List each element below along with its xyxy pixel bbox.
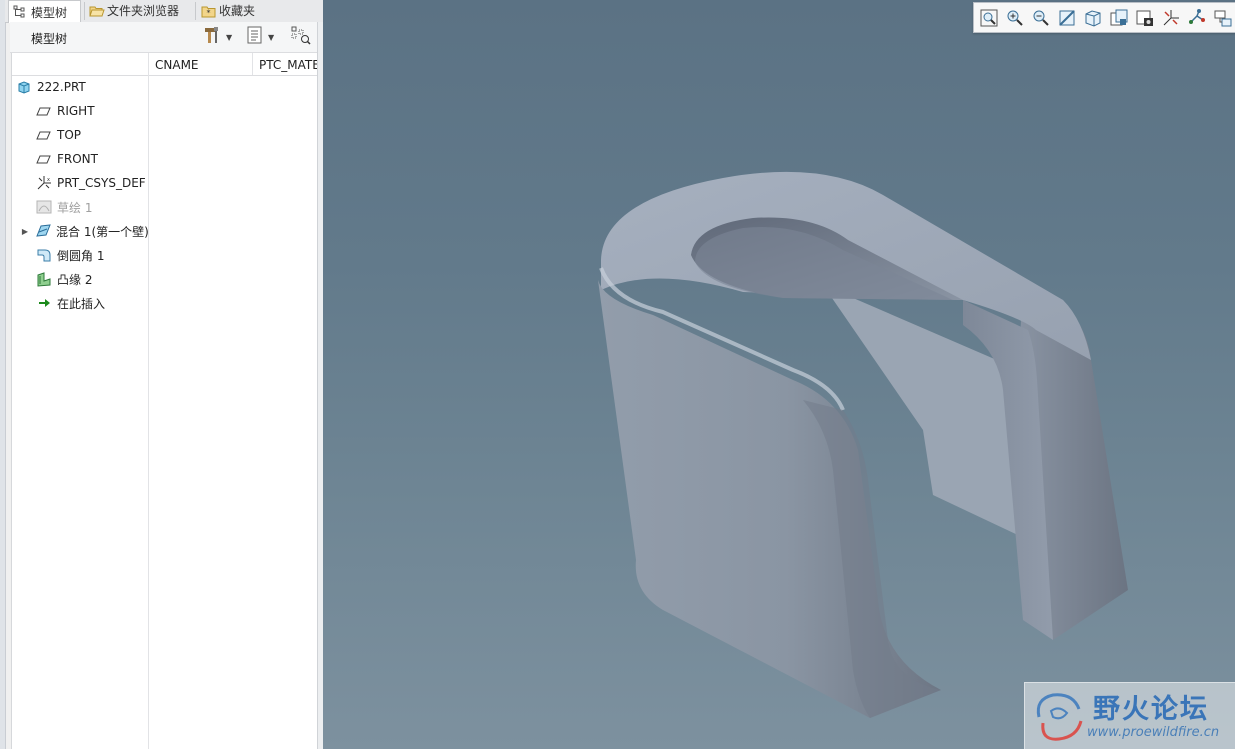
part-icon: [16, 79, 32, 95]
navigator-tabs: 模型树 文件夹浏览器 * 收藏夹: [5, 0, 323, 23]
tree-item-label: 在此插入: [57, 296, 106, 311]
tab-label: 模型树: [31, 5, 68, 20]
tree-item-label: RIGHT: [57, 104, 95, 118]
zoom-in-icon: [1005, 10, 1025, 32]
display-style-icon: [1083, 10, 1103, 32]
zoom-in-button[interactable]: [1005, 8, 1025, 28]
refit-button[interactable]: [979, 8, 999, 28]
sketch-icon: [36, 199, 52, 215]
view-manager-icon: [1135, 10, 1155, 32]
tree-item-round[interactable]: 倒圆角 1: [36, 244, 172, 266]
tree-item-label: 混合 1(第一个壁): [56, 224, 149, 239]
repaint-icon: [1057, 10, 1077, 32]
tree-item-insert-here[interactable]: 在此插入: [36, 292, 172, 314]
tree-item-front[interactable]: FRONT: [36, 148, 172, 170]
flange-icon: [36, 271, 52, 287]
tree-item-label: 222.PRT: [37, 80, 86, 94]
saved-views-button[interactable]: [1109, 8, 1129, 28]
tree-item-part[interactable]: 222.PRT: [16, 76, 152, 98]
show-columns-button[interactable]: ▼: [246, 25, 275, 49]
tree-filter-button[interactable]: [290, 25, 312, 49]
spin-center-button[interactable]: [1187, 8, 1207, 28]
zoom-fit-icon: [979, 9, 999, 32]
tree-item-label: TOP: [57, 128, 82, 142]
tab-divider: [195, 2, 196, 20]
panel-title: 模型树: [31, 32, 68, 46]
saved-views-icon: [1109, 9, 1129, 32]
insert-here-icon: [36, 295, 52, 311]
chevron-down-icon: ▼: [268, 32, 275, 42]
blend-wall-icon: [35, 223, 51, 239]
view-toolbar: [973, 2, 1235, 33]
tab-model-tree[interactable]: 模型树: [8, 0, 81, 23]
tree-item-flange[interactable]: 凸缘 2: [36, 268, 172, 290]
datum-plane-icon: [36, 103, 52, 119]
tree-settings-button[interactable]: ▼: [202, 27, 232, 47]
column-divider[interactable]: [252, 53, 253, 75]
tab-label: 收藏夹: [219, 4, 256, 18]
zoom-out-button[interactable]: [1031, 8, 1051, 28]
annotation-display-button[interactable]: [1213, 8, 1233, 28]
datum-plane-icon: [36, 151, 52, 167]
favorites-icon: *: [201, 4, 216, 18]
3d-part-model[interactable]: [323, 0, 1235, 749]
column-cname[interactable]: CNAME: [155, 58, 199, 72]
datum-display-button[interactable]: [1161, 8, 1181, 28]
hammer-icon: [202, 25, 222, 49]
tree-item-top[interactable]: TOP: [36, 124, 172, 146]
forum-watermark: 野火论坛 www.proewildfire.cn: [1024, 682, 1235, 749]
graphics-viewport[interactable]: 野火论坛 www.proewildfire.cn: [323, 0, 1235, 749]
left-panel: 模型树 文件夹浏览器 * 收藏夹 模型树 ▼ ▼ CNAME PTC_MATE …: [0, 0, 324, 749]
folder-browser-icon: [89, 4, 105, 18]
watermark-logo-icon: [1031, 687, 1087, 749]
column-header: CNAME PTC_MATE: [12, 53, 318, 76]
tree-item-sketch[interactable]: 草绘 1: [36, 196, 172, 218]
svg-text:x: x: [47, 177, 50, 183]
coordinate-system-icon: x: [36, 175, 52, 191]
annotation-display-icon: [1213, 10, 1233, 32]
spin-center-icon: [1187, 9, 1207, 32]
model-tree: CNAME PTC_MATE 222.PRT RIGHT TOP FRONT x…: [11, 53, 318, 749]
list-icon: [246, 25, 264, 49]
tree-item-blend[interactable]: ▶ 混合 1(第一个壁): [20, 220, 152, 242]
chevron-down-icon: ▼: [226, 32, 233, 42]
round-icon: [36, 247, 52, 263]
svg-text:*: *: [207, 8, 211, 17]
zoom-out-icon: [1031, 10, 1051, 32]
repaint-button[interactable]: [1057, 8, 1077, 28]
column-ptc-material[interactable]: PTC_MATE: [259, 58, 318, 72]
watermark-url: www.proewildfire.cn: [1087, 725, 1220, 740]
watermark-title: 野火论坛: [1093, 694, 1209, 725]
tab-folder-browser[interactable]: 文件夹浏览器: [85, 0, 193, 21]
tab-label: 文件夹浏览器: [107, 4, 180, 18]
display-style-button[interactable]: [1083, 8, 1103, 28]
model-tree-header: 模型树 ▼ ▼: [10, 22, 318, 53]
expand-arrow-icon[interactable]: ▶: [20, 227, 30, 236]
datum-display-icon: [1161, 10, 1181, 32]
tree-item-label: FRONT: [57, 152, 98, 166]
tab-favorites[interactable]: * 收藏夹: [197, 0, 269, 21]
datum-plane-icon: [36, 127, 52, 143]
panel-edge: [0, 0, 6, 749]
tree-item-right[interactable]: RIGHT: [36, 100, 172, 122]
tree-item-label: 凸缘 2: [57, 272, 93, 287]
model-tree-icon: [13, 5, 27, 19]
tree-filter-icon: [290, 25, 312, 49]
tree-item-csys[interactable]: x PRT_CSYS_DEF: [36, 172, 172, 194]
view-manager-button[interactable]: [1135, 8, 1155, 28]
tree-item-label: 草绘 1: [57, 200, 93, 215]
tree-item-label: PRT_CSYS_DEF: [57, 176, 146, 190]
tree-item-label: 倒圆角 1: [57, 248, 105, 263]
